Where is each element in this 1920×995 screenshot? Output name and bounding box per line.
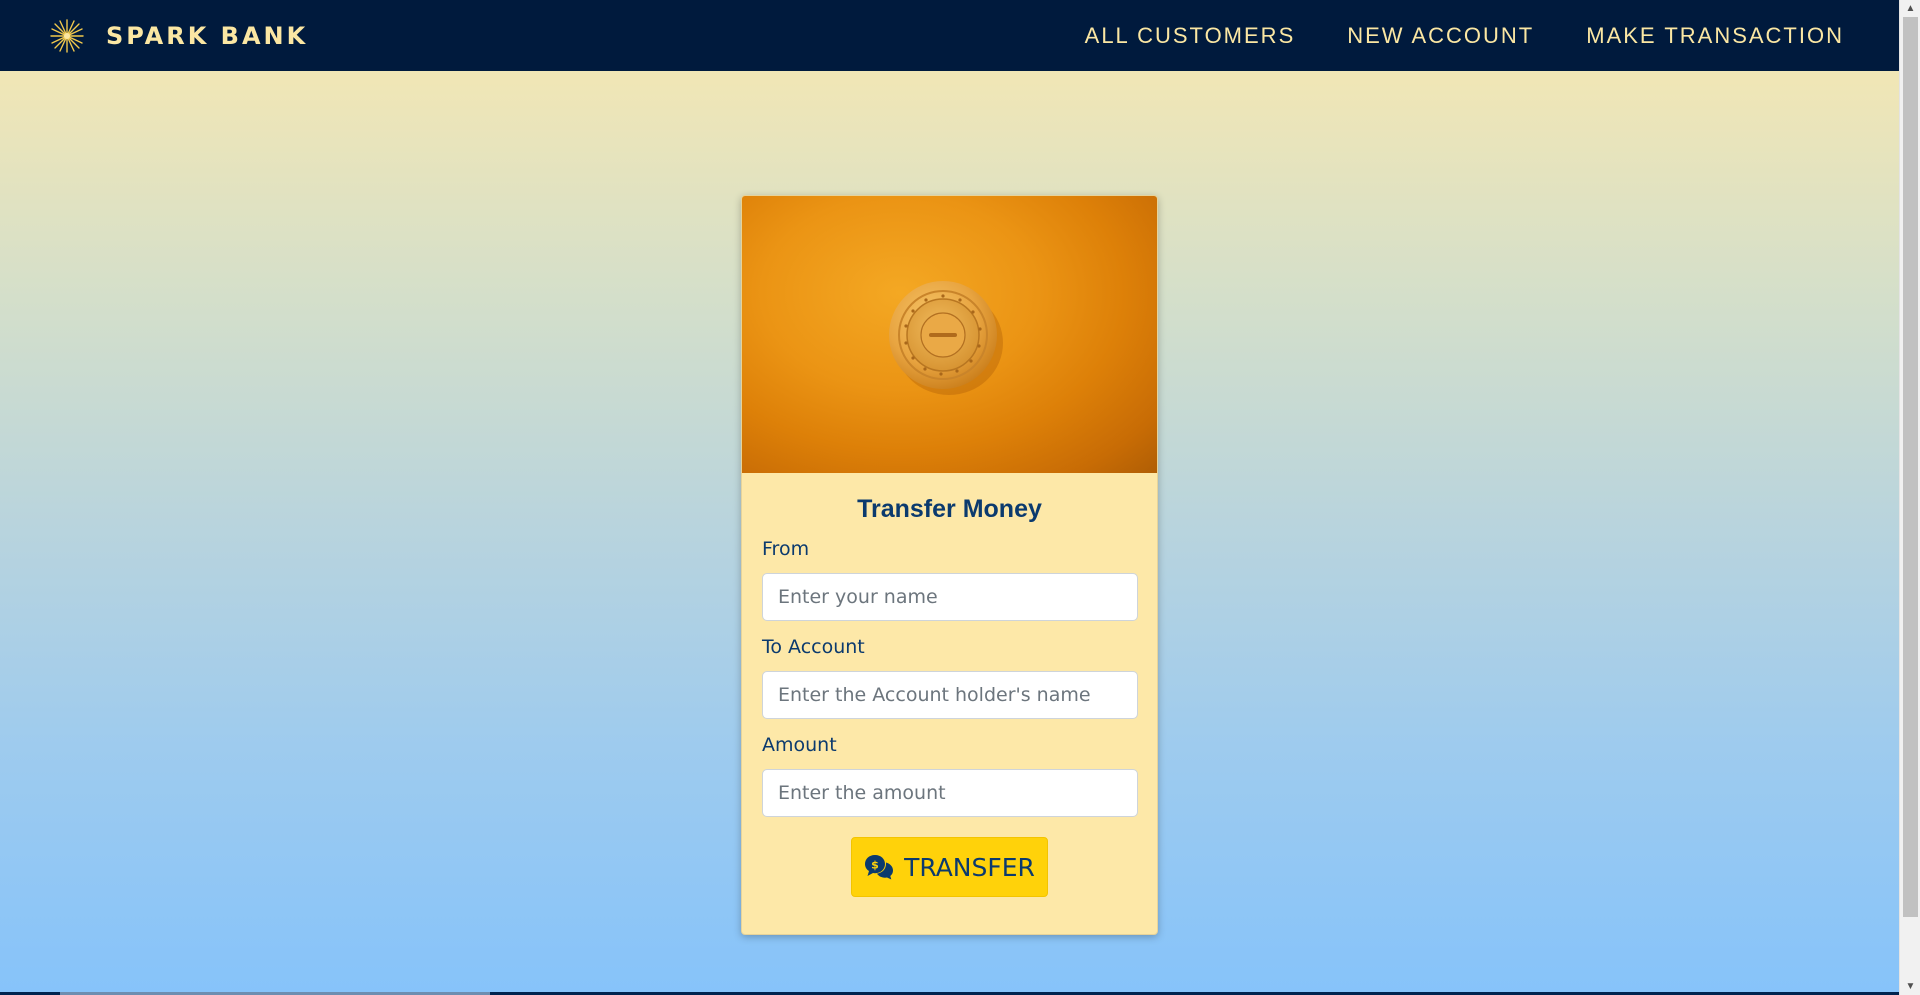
nav-link-all-customers[interactable]: ALL CUSTOMERS: [1085, 23, 1296, 49]
money-chat-icon: $: [864, 854, 894, 880]
button-wrap: $ TRANSFER: [762, 837, 1137, 897]
scroll-down-arrow-icon[interactable]: ▼: [1900, 978, 1920, 995]
top-navbar: SPARK BANK ALL CUSTOMERS NEW ACCOUNT MAK…: [0, 0, 1899, 71]
transfer-card: Transfer Money From To Account Amount: [741, 195, 1158, 935]
from-label: From: [762, 538, 810, 560]
nav-link-new-account[interactable]: NEW ACCOUNT: [1347, 23, 1534, 49]
scroll-up-arrow-icon[interactable]: ▲: [1900, 0, 1920, 17]
brand[interactable]: SPARK BANK: [48, 0, 308, 71]
svg-text:$: $: [871, 859, 879, 872]
to-account-group: To Account: [762, 635, 1138, 719]
from-group: From: [762, 537, 1138, 621]
amount-input[interactable]: [762, 769, 1138, 817]
card-image: [742, 196, 1157, 473]
nav-links: ALL CUSTOMERS NEW ACCOUNT MAKE TRANSACTI…: [1085, 0, 1844, 71]
card-body: Transfer Money From To Account Amount: [742, 493, 1157, 897]
card-title: Transfer Money: [857, 495, 1042, 523]
from-input[interactable]: [762, 573, 1138, 621]
amount-group: Amount: [762, 733, 1138, 817]
transfer-button[interactable]: $ TRANSFER: [851, 837, 1048, 897]
safe-dial-icon: [887, 279, 1003, 395]
brand-name: SPARK BANK: [106, 21, 309, 50]
to-account-input[interactable]: [762, 671, 1138, 719]
transfer-button-label: TRANSFER: [904, 852, 1035, 882]
spark-star-icon: [48, 17, 86, 55]
vertical-scrollbar[interactable]: ▲ ▼: [1899, 0, 1920, 995]
scroll-thumb[interactable]: [1903, 17, 1918, 917]
to-account-label: To Account: [762, 636, 865, 658]
nav-link-make-transaction[interactable]: MAKE TRANSACTION: [1586, 23, 1844, 49]
amount-label: Amount: [762, 734, 837, 756]
page-background: SPARK BANK ALL CUSTOMERS NEW ACCOUNT MAK…: [0, 0, 1899, 995]
